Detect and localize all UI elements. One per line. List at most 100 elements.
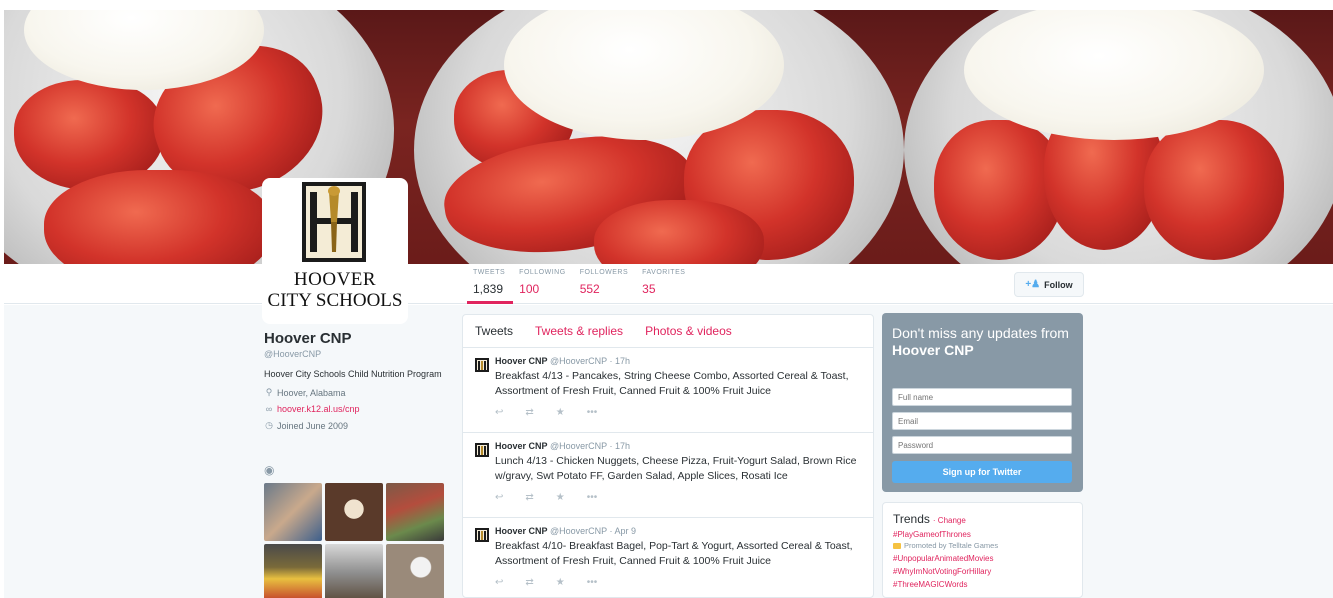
more-icon[interactable]: ••• bbox=[587, 407, 598, 418]
tweet-author[interactable]: Hoover CNP bbox=[495, 356, 548, 366]
link-icon: ∞ bbox=[265, 404, 273, 414]
trend-item[interactable]: #UnpopularAnimatedMovies bbox=[893, 554, 1072, 563]
stat-favorites[interactable]: FAVORITES 35 bbox=[636, 268, 693, 304]
profile-card: Hoover CNP @HooverCNP Hoover City School… bbox=[264, 330, 449, 431]
trends-panel: Trends · Change #PlayGameofThrones Promot… bbox=[882, 502, 1083, 598]
stat-value: 552 bbox=[579, 282, 600, 296]
tweet-header: Hoover CNP @HooverCNP · Apr 9 bbox=[495, 526, 637, 536]
favorite-icon[interactable]: ★ bbox=[556, 492, 565, 503]
full-name-input[interactable] bbox=[892, 388, 1072, 406]
reply-icon[interactable]: ↩ bbox=[495, 577, 503, 588]
stat-label: FOLLOWING bbox=[519, 269, 566, 276]
tweet-text: Lunch 4/13 - Chicken Nuggets, Cheese Piz… bbox=[495, 455, 857, 482]
follow-button-label: Follow bbox=[1044, 279, 1073, 290]
torch-logo-icon bbox=[302, 182, 366, 262]
tweet-time[interactable]: 17h bbox=[615, 356, 630, 366]
tweet-timeline: Tweets Tweets & replies Photos & videos … bbox=[462, 314, 874, 598]
add-user-icon: +♟ bbox=[1025, 279, 1041, 290]
tab-tweets-replies[interactable]: Tweets & replies bbox=[535, 324, 623, 338]
profile-avatar[interactable]: HOOVER CITY SCHOOLS bbox=[262, 178, 408, 324]
photo-thumbnail[interactable] bbox=[264, 544, 322, 598]
website-link[interactable]: hoover.k12.al.us/cnp bbox=[277, 404, 360, 414]
map-pin-icon: ⚲ bbox=[265, 387, 273, 397]
retweet-icon[interactable]: ⇄ bbox=[525, 407, 533, 418]
stat-label: FAVORITES bbox=[642, 269, 686, 276]
photo-thumbnail[interactable] bbox=[325, 544, 383, 598]
photo-thumbnail[interactable] bbox=[325, 483, 383, 541]
logo-text-line2: CITY SCHOOLS bbox=[267, 290, 403, 311]
trend-item[interactable]: #ThreeMAGICWords bbox=[893, 580, 1072, 589]
tweet-author[interactable]: Hoover CNP bbox=[495, 526, 548, 536]
stat-value: 100 bbox=[519, 282, 540, 296]
tweet-text: Breakfast 4/13 - Pancakes, String Cheese… bbox=[495, 370, 849, 397]
tweet-actions: ↩ ⇄ ★ ••• bbox=[495, 577, 863, 588]
tab-tweets[interactable]: Tweets bbox=[475, 324, 513, 338]
tweet-item[interactable]: Hoover CNP @HooverCNP · Apr 9 Breakfast … bbox=[463, 518, 873, 597]
photo-thumbnail[interactable] bbox=[264, 483, 322, 541]
calendar-icon: ◷ bbox=[265, 420, 273, 430]
signup-panel: Don't miss any updates from Hoover CNP S… bbox=[882, 313, 1083, 492]
tweet-avatar[interactable] bbox=[475, 443, 489, 457]
tab-photos-videos[interactable]: Photos & videos bbox=[645, 324, 732, 338]
tweet-header: Hoover CNP @HooverCNP · 17h bbox=[495, 356, 631, 366]
profile-website: ∞ hoover.k12.al.us/cnp bbox=[264, 404, 449, 414]
signup-headline: Don't miss any updates from Hoover CNP bbox=[892, 325, 1073, 359]
more-icon[interactable]: ••• bbox=[587, 577, 598, 588]
tweet-actions: ↩ ⇄ ★ ••• bbox=[495, 407, 863, 418]
tweet-author[interactable]: Hoover CNP bbox=[495, 441, 548, 451]
stat-followers[interactable]: FOLLOWERS 552 bbox=[574, 268, 636, 304]
photo-thumbnail[interactable] bbox=[386, 544, 444, 598]
retweet-icon[interactable]: ⇄ bbox=[525, 577, 533, 588]
tweet-handle[interactable]: @HooverCNP bbox=[550, 526, 607, 536]
signup-headline-name: Hoover CNP bbox=[892, 342, 974, 358]
profile-name[interactable]: Hoover CNP bbox=[264, 330, 449, 347]
timeline-tabs: Tweets Tweets & replies Photos & videos bbox=[463, 315, 873, 348]
tweet-actions: ↩ ⇄ ★ ••• bbox=[495, 492, 863, 503]
profile-location: ⚲ Hoover, Alabama bbox=[264, 387, 449, 398]
tweet-time[interactable]: Apr 9 bbox=[615, 526, 637, 536]
favorite-icon[interactable]: ★ bbox=[556, 577, 565, 588]
tweet-time[interactable]: 17h bbox=[615, 441, 630, 451]
trend-item[interactable]: #PlayGameofThrones bbox=[893, 530, 1072, 539]
sign-up-button[interactable]: Sign up for Twitter bbox=[892, 461, 1072, 483]
photo-thumbnail[interactable] bbox=[386, 483, 444, 541]
profile-bio: Hoover City Schools Child Nutrition Prog… bbox=[264, 369, 442, 379]
profile-joined: ◷ Joined June 2009 bbox=[264, 420, 449, 431]
promoted-label: Promoted by Telltale Games bbox=[893, 541, 1072, 550]
retweet-icon[interactable]: ⇄ bbox=[525, 492, 533, 503]
stat-label: FOLLOWERS bbox=[579, 269, 629, 276]
follow-button[interactable]: +♟ Follow bbox=[1014, 272, 1084, 297]
photo-grid bbox=[264, 483, 446, 598]
trends-header: Trends · Change bbox=[893, 512, 1072, 526]
tweet-item[interactable]: Hoover CNP @HooverCNP · 17h Lunch 4/13 -… bbox=[463, 433, 873, 518]
signup-headline-prefix: Don't miss any updates from bbox=[892, 325, 1069, 341]
camera-icon[interactable]: ◉ bbox=[264, 463, 274, 477]
tweet-header: Hoover CNP @HooverCNP · 17h bbox=[495, 441, 631, 451]
stat-value: 1,839 bbox=[473, 282, 504, 296]
email-input[interactable] bbox=[892, 412, 1072, 430]
tweet-text: Breakfast 4/10- Breakfast Bagel, Pop-Tar… bbox=[495, 540, 853, 567]
header-banner-image bbox=[4, 10, 1333, 264]
stat-following[interactable]: FOLLOWING 100 bbox=[513, 268, 574, 304]
location-text: Hoover, Alabama bbox=[277, 387, 346, 398]
tweet-handle[interactable]: @HooverCNP bbox=[550, 441, 607, 451]
trend-item[interactable]: #WhyImNotVotingForHillary bbox=[893, 567, 1072, 576]
logo-text-line1: HOOVER bbox=[293, 269, 377, 290]
password-input[interactable] bbox=[892, 436, 1072, 454]
promoted-text: Promoted by Telltale Games bbox=[904, 541, 999, 550]
reply-icon[interactable]: ↩ bbox=[495, 407, 503, 418]
reply-icon[interactable]: ↩ bbox=[495, 492, 503, 503]
trends-title: Trends bbox=[893, 512, 930, 526]
tweet-avatar[interactable] bbox=[475, 528, 489, 542]
stat-value: 35 bbox=[642, 282, 656, 296]
tweet-item[interactable]: Hoover CNP @HooverCNP · 17h Breakfast 4/… bbox=[463, 348, 873, 433]
more-icon[interactable]: ••• bbox=[587, 492, 598, 503]
joined-text: Joined June 2009 bbox=[277, 420, 349, 431]
stat-tweets[interactable]: TWEETS 1,839 bbox=[467, 268, 514, 304]
trends-change-link[interactable]: · Change bbox=[933, 516, 966, 525]
tweet-handle[interactable]: @HooverCNP bbox=[550, 356, 607, 366]
profile-handle[interactable]: @HooverCNP bbox=[264, 349, 449, 359]
tweet-avatar[interactable] bbox=[475, 358, 489, 372]
favorite-icon[interactable]: ★ bbox=[556, 407, 565, 418]
stat-label: TWEETS bbox=[473, 269, 506, 276]
